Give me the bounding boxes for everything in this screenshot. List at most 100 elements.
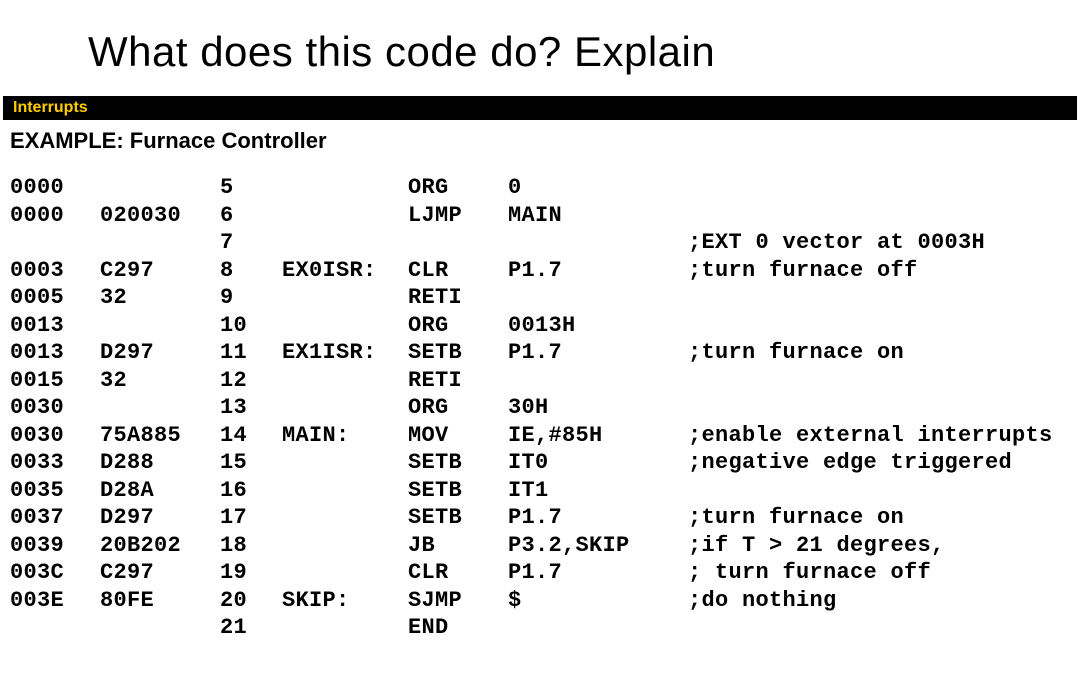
code-row: 003013ORG30H	[10, 394, 1080, 422]
col-address: 0033	[10, 449, 100, 477]
col-line-num: 18	[220, 532, 282, 560]
col-line-num: 11	[220, 339, 282, 367]
col-line-num: 8	[220, 257, 282, 285]
col-line-num: 19	[220, 559, 282, 587]
col-comment: ;turn furnace on	[688, 504, 904, 532]
col-address: 0003	[10, 257, 100, 285]
col-address: 0035	[10, 477, 100, 505]
col-mnemonic: ORG	[408, 312, 508, 340]
col-label: SKIP:	[282, 587, 408, 615]
col-line-num: 7	[220, 229, 282, 257]
col-line-num: 10	[220, 312, 282, 340]
code-row: 003920B20218JBP3.2,SKIP;if T > 21 degree…	[10, 532, 1080, 560]
col-comment: ;negative edge triggered	[688, 449, 1012, 477]
col-object: 32	[100, 284, 220, 312]
col-address: 0000	[10, 174, 100, 202]
code-row: 0003C2978EX0ISR:CLRP1.7;turn furnace off	[10, 257, 1080, 285]
col-mnemonic: CLR	[408, 559, 508, 587]
col-address: 0005	[10, 284, 100, 312]
col-operand: P1.7	[508, 339, 688, 367]
col-comment: ;turn furnace off	[688, 257, 918, 285]
col-line-num: 17	[220, 504, 282, 532]
col-address: 0039	[10, 532, 100, 560]
code-row: 0013 10 ORG0013H	[10, 312, 1080, 340]
col-operand: MAIN	[508, 202, 688, 230]
col-object: C297	[100, 257, 220, 285]
col-operand: 30H	[508, 394, 688, 422]
col-line-num: 6	[220, 202, 282, 230]
col-object: 20B202	[100, 532, 220, 560]
code-row: 7 ;EXT 0 vector at 0003H	[10, 229, 1080, 257]
code-row: 0013D29711EX1ISR:SETBP1.7;turn furnace o…	[10, 339, 1080, 367]
col-operand: IT1	[508, 477, 688, 505]
col-address: 0030	[10, 422, 100, 450]
code-row: 0005329 RETI	[10, 284, 1080, 312]
col-mnemonic: CLR	[408, 257, 508, 285]
col-mnemonic: SETB	[408, 339, 508, 367]
col-operand: 0013H	[508, 312, 688, 340]
col-comment: ; turn furnace off	[688, 559, 931, 587]
col-operand: IT0	[508, 449, 688, 477]
col-mnemonic: SETB	[408, 449, 508, 477]
col-operand: IE,#85H	[508, 422, 688, 450]
col-mnemonic: SETB	[408, 504, 508, 532]
col-operand: $	[508, 587, 688, 615]
col-address: 0037	[10, 504, 100, 532]
col-mnemonic: SETB	[408, 477, 508, 505]
code-row: 003E80FE20SKIP:SJMP$;do nothing	[10, 587, 1080, 615]
col-address: 0000	[10, 202, 100, 230]
col-mnemonic: RETI	[408, 367, 508, 395]
col-object: C297	[100, 559, 220, 587]
code-row: 00000200306 LJMPMAIN	[10, 202, 1080, 230]
col-comment: ;enable external interrupts	[688, 422, 1053, 450]
col-address: 0013	[10, 339, 100, 367]
assembly-listing: 00005ORG000000200306LJMPMAIN7;EXT 0 vect…	[0, 174, 1080, 642]
code-row: 003075A88514MAIN:MOVIE,#85H;enable exter…	[10, 422, 1080, 450]
col-label: MAIN:	[282, 422, 408, 450]
col-object: 020030	[100, 202, 220, 230]
col-address: 0015	[10, 367, 100, 395]
col-line-num: 16	[220, 477, 282, 505]
col-object: 75A885	[100, 422, 220, 450]
col-line-num: 14	[220, 422, 282, 450]
col-object: D297	[100, 339, 220, 367]
col-address: 0030	[10, 394, 100, 422]
col-address: 0013	[10, 312, 100, 340]
code-row: 003CC29719 CLRP1.7; turn furnace off	[10, 559, 1080, 587]
col-operand: P1.7	[508, 257, 688, 285]
col-address: 003E	[10, 587, 100, 615]
col-comment: ;if T > 21 degrees,	[688, 532, 945, 560]
col-mnemonic: LJMP	[408, 202, 508, 230]
col-line-num: 20	[220, 587, 282, 615]
col-mnemonic: END	[408, 614, 508, 642]
col-line-num: 9	[220, 284, 282, 312]
col-line-num: 12	[220, 367, 282, 395]
code-row: 0033D28815 SETBIT0;negative edge triggere…	[10, 449, 1080, 477]
col-object: 32	[100, 367, 220, 395]
col-mnemonic: ORG	[408, 394, 508, 422]
col-comment: ;do nothing	[688, 587, 837, 615]
col-comment: ;turn furnace on	[688, 339, 904, 367]
code-row: 00005ORG0	[10, 174, 1080, 202]
col-object: 80FE	[100, 587, 220, 615]
example-subtitle: EXAMPLE: Furnace Controller	[0, 124, 1080, 174]
col-mnemonic: SJMP	[408, 587, 508, 615]
col-address: 003C	[10, 559, 100, 587]
code-row: 0037D29717SETBP1.7;turn furnace on	[10, 504, 1080, 532]
col-mnemonic: ORG	[408, 174, 508, 202]
col-operand: P1.7	[508, 504, 688, 532]
col-line-num: 15	[220, 449, 282, 477]
col-operand: P1.7	[508, 559, 688, 587]
col-object: D288	[100, 449, 220, 477]
col-object: D28A	[100, 477, 220, 505]
col-line-num: 5	[220, 174, 282, 202]
col-line-num: 21	[220, 614, 282, 642]
col-label: EX1ISR:	[282, 339, 408, 367]
col-mnemonic: RETI	[408, 284, 508, 312]
col-label: EX0ISR:	[282, 257, 408, 285]
section-bar: Interrupts	[3, 96, 1077, 120]
col-mnemonic: MOV	[408, 422, 508, 450]
col-comment: ;EXT 0 vector at 0003H	[688, 229, 985, 257]
col-mnemonic: JB	[408, 532, 508, 560]
code-row: 0035D28A16 SETBIT1	[10, 477, 1080, 505]
